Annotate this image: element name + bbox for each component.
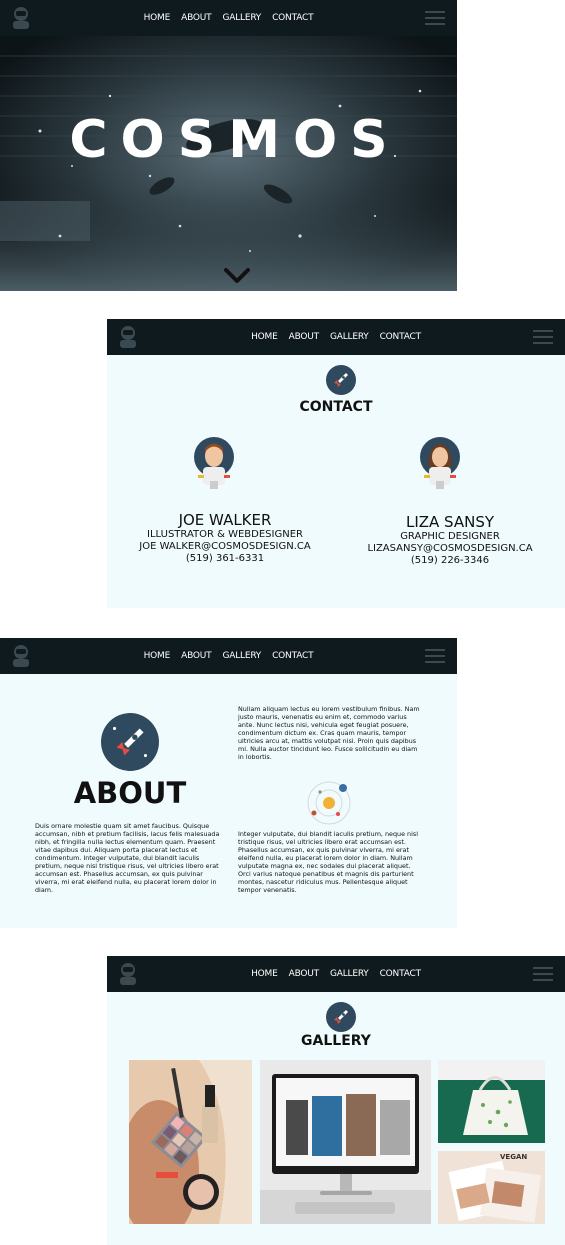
contact-role: GRAPHIC DESIGNER <box>400 531 500 542</box>
vegan-magazine-image <box>438 1151 545 1224</box>
contact-card-liza: LIZA SANSY GRAPHIC DESIGNER LIZASANSY@CO… <box>350 514 550 567</box>
contact-name: JOE WALKER <box>178 511 272 529</box>
gallery-photo-vegan[interactable]: VEGAN <box>438 1151 545 1224</box>
rocket-icon <box>326 1002 356 1032</box>
nav-contact[interactable]: CONTACT <box>380 969 421 979</box>
contact-email[interactable]: LIZASANSY@COSMOSDESIGN.CA <box>350 543 550 555</box>
about-text-left: Duis ornare molestie quam sit amet fauci… <box>35 822 220 894</box>
navbar: HOME ABOUT GALLERY CONTACT <box>107 956 565 992</box>
hamburger-menu-icon[interactable] <box>533 967 553 981</box>
nav-home[interactable]: HOME <box>251 332 278 342</box>
nav-about[interactable]: ABOUT <box>181 13 212 23</box>
contact-title: CONTACT <box>299 399 373 415</box>
nav-gallery[interactable]: GALLERY <box>222 651 261 661</box>
contact-phone[interactable]: (519) 361-6331 <box>125 553 325 565</box>
nav-links: HOME ABOUT GALLERY CONTACT <box>0 0 457 36</box>
chevron-down-icon[interactable] <box>223 266 251 286</box>
navbar: HOME ABOUT GALLERY CONTACT <box>0 0 457 36</box>
nav-links: HOME ABOUT GALLERY CONTACT <box>0 638 457 674</box>
gallery-section: HOME ABOUT GALLERY CONTACT GALLERY VEGAN <box>107 956 565 1245</box>
about-text-right-bottom: Integer vulputate, dui blandit iaculis p… <box>238 830 418 894</box>
nav-about[interactable]: ABOUT <box>289 969 320 979</box>
nav-home[interactable]: HOME <box>144 651 171 661</box>
hamburger-menu-icon[interactable] <box>533 330 553 344</box>
nav-links: HOME ABOUT GALLERY CONTACT <box>107 319 565 355</box>
navbar: HOME ABOUT GALLERY CONTACT <box>107 319 565 355</box>
contact-email[interactable]: JOE WALKER@COSMOSDESIGN.CA <box>125 541 325 553</box>
astronaut-avatar-male <box>194 437 234 489</box>
contact-section: HOME ABOUT GALLERY CONTACT CONTACT JOE W… <box>107 319 565 608</box>
nav-gallery[interactable]: GALLERY <box>330 332 369 342</box>
about-title: ABOUT <box>73 776 187 810</box>
rocket-icon <box>101 713 159 771</box>
nav-home[interactable]: HOME <box>144 13 171 23</box>
contact-role: ILLUSTRATOR & WEBDESIGNER <box>147 529 303 540</box>
about-text-right-top: Nullam aliquam lectus eu lorem vestibulu… <box>238 705 420 761</box>
astronaut-avatar-female <box>420 437 460 489</box>
rocket-icon <box>326 365 356 395</box>
contact-card-joe: JOE WALKER ILLUSTRATOR & WEBDESIGNER JOE… <box>125 512 325 565</box>
nav-contact[interactable]: CONTACT <box>380 332 421 342</box>
hero-section: HOME ABOUT GALLERY CONTACT COSMOS <box>0 0 457 291</box>
nav-contact[interactable]: CONTACT <box>272 13 313 23</box>
hamburger-menu-icon[interactable] <box>425 649 445 663</box>
hamburger-menu-icon[interactable] <box>425 11 445 25</box>
gallery-photo-makeup[interactable] <box>129 1060 252 1224</box>
nav-gallery[interactable]: GALLERY <box>330 969 369 979</box>
navbar: HOME ABOUT GALLERY CONTACT <box>0 638 457 674</box>
gallery-photo-bag[interactable] <box>438 1060 545 1143</box>
contact-phone[interactable]: (519) 226-3346 <box>350 555 550 567</box>
contact-name: LIZA SANSY <box>405 513 495 531</box>
gallery-photo-monitor[interactable] <box>260 1060 431 1224</box>
solar-system-icon <box>307 781 351 825</box>
nav-about[interactable]: ABOUT <box>181 651 212 661</box>
nav-links: HOME ABOUT GALLERY CONTACT <box>107 956 565 992</box>
vegan-photo-text: VEGAN <box>500 1153 528 1161</box>
nav-contact[interactable]: CONTACT <box>272 651 313 661</box>
nav-about[interactable]: ABOUT <box>289 332 320 342</box>
nav-gallery[interactable]: GALLERY <box>222 13 261 23</box>
nav-home[interactable]: HOME <box>251 969 278 979</box>
hero-title: COSMOS <box>69 110 401 170</box>
gallery-title: GALLERY <box>301 1033 371 1049</box>
